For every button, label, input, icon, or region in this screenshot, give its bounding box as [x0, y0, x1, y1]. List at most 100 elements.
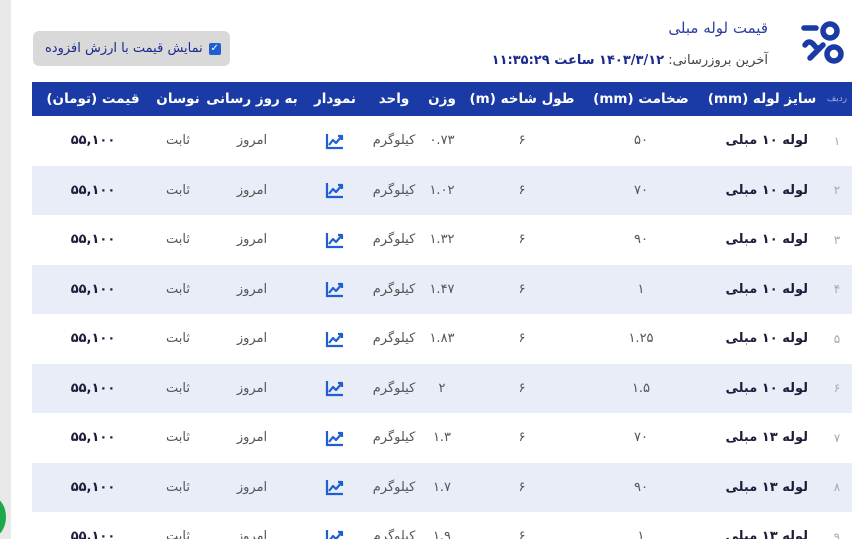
col-header-weight[interactable]: وزن: [420, 82, 464, 116]
thickness-cell: ۱.۲۵: [628, 331, 654, 347]
col-header-unit[interactable]: واحد: [368, 82, 420, 116]
branch-length-cell: ۶: [518, 479, 526, 495]
weight-cell: ۱.۷: [432, 479, 452, 495]
unit-cell: کیلوگرم: [372, 529, 416, 539]
table-row[interactable]: ۶ لوله ۱۰ مبلی ۱.۵ ۶ ۲ کیلوگرم امروز ثابت ۵۵,۱۰۰: [32, 363, 852, 414]
unit-cell: کیلوگرم: [372, 430, 416, 446]
checkbox-checked-icon[interactable]: ✓: [208, 42, 221, 55]
chart-trend-icon[interactable]: [325, 231, 345, 249]
unit-cell: کیلوگرم: [372, 281, 416, 297]
updated-cell: امروز: [236, 529, 268, 539]
table-row[interactable]: ۹ لوله ۱۳ مبلی ۱ ۶ ۱.۹ کیلوگرم امروز ثابت ۵۵,۱۰۰: [32, 512, 852, 539]
chart-cell[interactable]: [302, 314, 368, 364]
vat-toggle[interactable]: ✓ نمایش قیمت با ارزش افزوده: [33, 31, 230, 66]
thickness-cell: ۱: [637, 529, 645, 539]
chart-cell[interactable]: [302, 116, 368, 166]
price-cell: ۵۵,۱۰۰: [70, 133, 116, 149]
table-row[interactable]: ۸ لوله ۱۳ مبلی ۹۰ ۶ ۱.۷ کیلوگرم امروز ثابت ۵۵,۱۰…: [32, 462, 852, 513]
row-index-cell: ۳: [833, 232, 841, 247]
table-row[interactable]: ۵ لوله ۱۰ مبلی ۱.۲۵ ۶ ۱.۸۳ کیلوگرم امروز ثابت ۵۵…: [32, 314, 852, 364]
table-row[interactable]: ۷ لوله ۱۳ مبلی ۷۰ ۶ ۱.۳ کیلوگرم امروز ثابت ۵۵,۱۰…: [32, 413, 852, 463]
unit-cell: کیلوگرم: [372, 133, 416, 149]
chart-cell[interactable]: [302, 215, 368, 265]
price-cell: ۵۵,۱۰۰: [70, 331, 116, 347]
col-header-index: ردیف: [826, 94, 848, 104]
branch-length-cell: ۶: [518, 380, 526, 396]
chart-trend-icon[interactable]: [325, 181, 345, 199]
branch-length-cell: ۶: [518, 133, 526, 149]
table-row[interactable]: ۲ لوله ۱۰ مبلی ۷۰ ۶ ۱.۰۲ کیلوگرم امروز ثابت ۵۵,۱…: [32, 165, 852, 216]
updated-cell: امروز: [236, 281, 268, 297]
table-body: ۱ لوله ۱۰ مبلی ۵۰ ۶ ۰.۷۳ کیلوگرم امروز ثابت ۵۵,۱…: [32, 116, 852, 539]
row-index-cell: ۵: [833, 331, 841, 346]
updated-cell: امروز: [236, 331, 268, 347]
price-change-cell: ثابت: [166, 281, 190, 297]
thickness-cell: ۷۰: [634, 182, 648, 198]
price-change-cell: ثابت: [166, 232, 190, 248]
col-header-size[interactable]: سایز لوله (mm): [702, 82, 822, 116]
branch-length-cell: ۶: [518, 182, 526, 198]
chart-trend-icon[interactable]: [325, 132, 345, 150]
pipe-size-cell: لوله ۱۳ مبلی: [725, 479, 808, 495]
pipe-size-cell: لوله ۱۰ مبلی: [725, 380, 808, 396]
last-update: آخرین بروزرسانی: ۱۴۰۳/۳/۱۲ ساعت ۱۱:۳۵:۲۹: [492, 53, 768, 68]
table-row[interactable]: ۳ لوله ۱۰ مبلی ۹۰ ۶ ۱.۳۲ کیلوگرم امروز ثابت ۵۵,۱…: [32, 215, 852, 265]
branch-length-cell: ۶: [518, 430, 526, 446]
weight-cell: ۰.۷۳: [429, 133, 455, 149]
thickness-cell: ۹۰: [634, 232, 648, 248]
price-change-cell: ثابت: [166, 430, 190, 446]
vat-label: نمایش قیمت با ارزش افزوده: [45, 41, 203, 56]
row-index-cell: ۲: [833, 183, 841, 198]
chart-cell[interactable]: [302, 413, 368, 463]
weight-cell: ۱.۸۳: [429, 331, 455, 347]
chart-trend-icon[interactable]: [325, 330, 345, 348]
card-header: قیمت لوله مبلی آخرین بروزرسانی: ۱۴۰۳/۳/۱…: [32, 0, 852, 82]
col-header-length[interactable]: طول شاخه (m): [464, 82, 580, 116]
price-table: ردیف سایز لوله (mm) ضخامت (mm) طول شاخه …: [32, 82, 852, 539]
col-header-updated[interactable]: به روز رسانی: [202, 82, 302, 116]
unit-cell: کیلوگرم: [372, 380, 416, 396]
page-title: قیمت لوله مبلی: [668, 19, 768, 37]
row-index-cell: ۸: [833, 480, 841, 495]
branch-length-cell: ۶: [518, 331, 526, 347]
pipe-size-cell: لوله ۱۰ مبلی: [725, 133, 808, 149]
row-index-cell: ۱: [833, 133, 841, 148]
chart-cell[interactable]: [302, 364, 368, 414]
weight-cell: ۱.۴۷: [429, 281, 455, 297]
price-change-cell: ثابت: [166, 380, 190, 396]
table-row[interactable]: ۴ لوله ۱۰ مبلی ۱ ۶ ۱.۴۷ کیلوگرم امروز ثابت ۵۵,۱۰…: [32, 264, 852, 315]
col-header-thickness[interactable]: ضخامت (mm): [580, 82, 702, 116]
thickness-cell: ۷۰: [634, 430, 648, 446]
row-index-cell: ۴: [833, 282, 841, 297]
thickness-cell: ۹۰: [634, 479, 648, 495]
table-header-row: ردیف سایز لوله (mm) ضخامت (mm) طول شاخه …: [32, 82, 852, 116]
col-header-chart: نمودار: [314, 91, 356, 107]
pipe-size-cell: لوله ۱۰ مبلی: [725, 182, 808, 198]
thickness-cell: ۱.۵: [631, 380, 651, 396]
chart-trend-icon[interactable]: [325, 379, 345, 397]
chart-cell[interactable]: [302, 265, 368, 315]
branch-length-cell: ۶: [518, 529, 526, 539]
updated-cell: امروز: [236, 133, 268, 149]
chart-trend-icon[interactable]: [325, 478, 345, 496]
chart-cell[interactable]: [302, 166, 368, 216]
table-row[interactable]: ۱ لوله ۱۰ مبلی ۵۰ ۶ ۰.۷۳ کیلوگرم امروز ثابت ۵۵,۱…: [32, 116, 852, 166]
row-index-cell: ۷: [833, 430, 841, 445]
last-update-datetime: ۱۴۰۳/۳/۱۲ ساعت ۱۱:۳۵:۲۹: [491, 53, 665, 68]
left-scroll-strip: [0, 0, 11, 539]
chart-trend-icon[interactable]: [325, 429, 345, 447]
pipe-size-cell: لوله ۱۳ مبلی: [725, 430, 808, 446]
updated-cell: امروز: [236, 182, 268, 198]
pipe-size-cell: لوله ۱۳ مبلی: [725, 529, 808, 539]
col-header-price[interactable]: قیمت (تومان): [32, 82, 154, 116]
unit-cell: کیلوگرم: [372, 331, 416, 347]
chart-cell[interactable]: [302, 463, 368, 513]
col-header-change[interactable]: نوسان: [154, 82, 202, 116]
price-cell: ۵۵,۱۰۰: [70, 479, 116, 495]
chart-trend-icon[interactable]: [325, 280, 345, 298]
row-index-cell: ۹: [833, 529, 841, 539]
updated-cell: امروز: [236, 380, 268, 396]
chart-trend-icon[interactable]: [325, 528, 345, 539]
last-update-label: آخرین بروزرسانی:: [668, 53, 768, 68]
chart-cell[interactable]: [302, 512, 368, 539]
